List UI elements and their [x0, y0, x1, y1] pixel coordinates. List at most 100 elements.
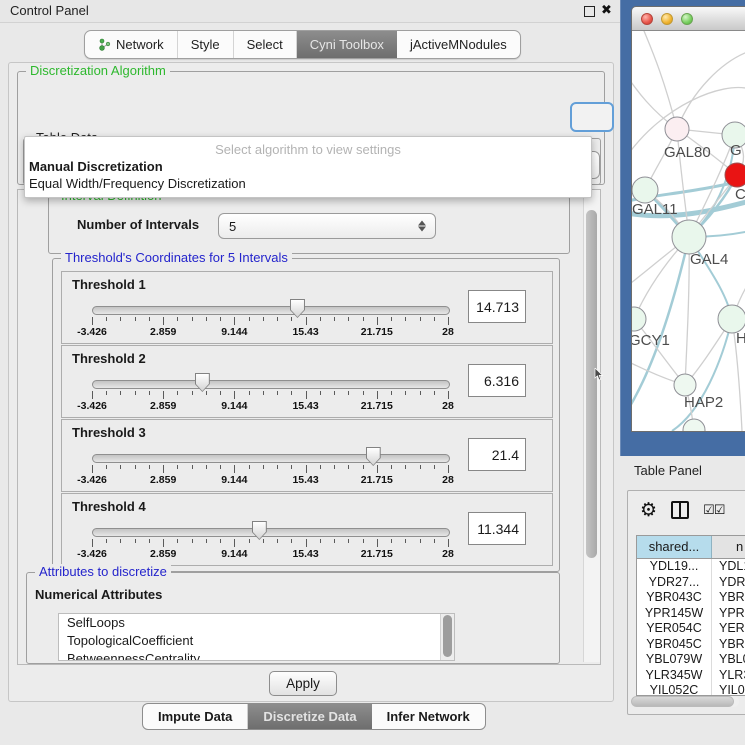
network-view-frame: GAL80GCGAL11GAL4GCY1HHAP2 [620, 0, 745, 456]
network-node-gal4[interactable] [672, 220, 706, 254]
table-row[interactable]: YPR145WYPR1 [637, 606, 745, 622]
network-node-h[interactable] [718, 305, 745, 333]
node-label: G [730, 142, 742, 159]
table-panel-titlebar: Table Panel [620, 456, 745, 486]
table-hscrollbar-thumb[interactable] [631, 696, 734, 707]
threshold-value-field[interactable]: 14.713 [468, 290, 526, 323]
attributes-group-label: Attributes to discretize [35, 564, 171, 579]
column-header-name[interactable]: n [712, 536, 745, 558]
tab-jactivemnodules[interactable]: jActiveMNodules [397, 31, 520, 58]
slider-thumb[interactable] [252, 521, 267, 540]
cell-name: YBR0 [712, 590, 745, 606]
threshold-panel-1: Threshold 1-3.4262.8599.14415.4321.71528… [61, 271, 553, 344]
cell-shared-name: YDR27... [637, 575, 712, 591]
network-node-gcy1[interactable] [632, 307, 646, 331]
attributes-group: Attributes to discretize Numerical Attri… [26, 572, 560, 664]
table-panel-title: Table Panel [634, 463, 702, 478]
network-node-c[interactable] [725, 163, 745, 187]
cell-shared-name: YIL052C [637, 683, 712, 696]
slider-scale-labels: -3.4262.8599.14415.4321.71528 [92, 474, 448, 486]
number-of-intervals-combobox[interactable]: 5 [218, 213, 436, 239]
network-window: GAL80GCGAL11GAL4GCY1HHAP2 [631, 6, 745, 432]
table-row[interactable]: YIL052CYIL0 [637, 683, 745, 696]
tab-discretize-data[interactable]: Discretize Data [248, 704, 371, 729]
minimize-window-icon[interactable] [661, 13, 673, 25]
spinner-arrows-icon [418, 221, 426, 232]
network-edge[interactable] [634, 319, 685, 385]
table-panel: ⚙ ☑☑ shared...nYDL19...YDL1YDR27...YDR2Y… [627, 490, 745, 715]
apply-button[interactable]: Apply [269, 671, 337, 696]
slider-track[interactable] [92, 454, 450, 463]
number-of-intervals-value: 5 [219, 219, 236, 234]
threshold-value-field[interactable]: 11.344 [468, 512, 526, 545]
table-row[interactable]: YBR045CYBR0 [637, 637, 745, 653]
cell-shared-name: YLR345W [637, 668, 712, 684]
node-attribute-table[interactable]: shared...nYDL19...YDL1YDR27...YDR2YBR043… [636, 535, 745, 696]
network-node-gal11[interactable] [632, 177, 658, 203]
slider-track[interactable] [92, 528, 450, 537]
split-columns-icon[interactable] [671, 501, 689, 519]
slider-scale-labels: -3.4262.8599.14415.4321.71528 [92, 548, 448, 560]
cell-shared-name: YBL079W [637, 652, 712, 668]
tab-impute-data[interactable]: Impute Data [143, 704, 248, 729]
tab-infer-network[interactable]: Infer Network [372, 704, 485, 729]
table-row[interactable]: YER054CYER0 [637, 621, 745, 637]
attribute-list-item[interactable]: BetweennessCentrality [59, 650, 454, 661]
gear-icon[interactable]: ⚙ [640, 501, 657, 520]
close-window-icon[interactable] [641, 13, 653, 25]
cell-shared-name: YER054C [637, 621, 712, 637]
slider-ticks [92, 465, 448, 474]
algorithm-option-equal-width[interactable]: Equal Width/Frequency Discretization [29, 176, 246, 191]
tab-label: Select [247, 31, 283, 58]
zoom-window-icon[interactable] [681, 13, 693, 25]
table-row[interactable]: YDR27...YDR2 [637, 575, 745, 591]
network-edge[interactable] [677, 51, 745, 129]
algorithm-option-manual[interactable]: Manual Discretization [29, 159, 163, 174]
slider-thumb[interactable] [195, 373, 210, 392]
attributes-list-scrollbar[interactable] [440, 614, 454, 660]
attribute-list-item[interactable]: SelfLoops [59, 614, 454, 632]
tab-style[interactable]: Style [178, 31, 234, 58]
table-horizontal-scrollbar[interactable] [631, 696, 739, 707]
checkbox-icons[interactable]: ☑☑ [703, 502, 724, 518]
thresholds-group-label: Threshold's Coordinates for 5 Intervals [61, 250, 292, 265]
float-window-icon[interactable] [584, 6, 595, 17]
bottom-tab-bar: Impute DataDiscretize DataInfer Network [142, 703, 486, 730]
cell-shared-name: YBR043C [637, 590, 712, 606]
numerical-attributes-list[interactable]: SelfLoopsTopologicalCoefficientBetweenne… [58, 613, 455, 661]
threshold-value-field[interactable]: 6.316 [468, 364, 526, 397]
algorithm-combobox[interactable] [570, 102, 614, 132]
slider-thumb[interactable] [366, 447, 381, 466]
threshold-label: Threshold 4 [72, 499, 146, 514]
table-row[interactable]: YBR043CYBR0 [637, 590, 745, 606]
cell-shared-name: YBR045C [637, 637, 712, 653]
tab-select[interactable]: Select [234, 31, 297, 58]
close-icon[interactable]: ✖ [601, 2, 612, 18]
slider-thumb[interactable] [290, 299, 305, 318]
control-panel: Control Panel ✖ NetworkStyle Select Cyni T… [0, 0, 620, 745]
attributes-scrollbar-thumb[interactable] [443, 615, 452, 657]
attribute-list-item[interactable]: TopologicalCoefficient [59, 632, 454, 650]
table-row[interactable]: YDL19...YDL1 [637, 559, 745, 575]
network-node[interactable] [683, 419, 705, 431]
node-label: GAL11 [632, 201, 678, 218]
settings-scrollbar-thumb[interactable] [586, 210, 597, 558]
number-of-intervals-label: Number of Intervals [77, 217, 199, 232]
network-node-gal80[interactable] [665, 117, 689, 141]
slider-track[interactable] [92, 306, 450, 315]
threshold-value-field[interactable]: 21.4 [468, 438, 526, 471]
cell-name: YIL0 [712, 683, 745, 696]
column-header-shared-name[interactable]: shared... [637, 536, 712, 558]
network-canvas[interactable]: GAL80GCGAL11GAL4GCY1HHAP2 [632, 31, 745, 431]
table-row[interactable]: YLR345WYLR3 [637, 668, 745, 684]
network-edge[interactable] [685, 237, 689, 385]
cell-name: YPR1 [712, 606, 745, 622]
panel-title: Control Panel [10, 3, 89, 18]
slider-track[interactable] [92, 380, 450, 389]
network-node-hap2[interactable] [674, 374, 696, 396]
algorithm-hint-option[interactable]: Select algorithm to view settings [25, 142, 591, 157]
tab-cyni-toolbox[interactable]: Cyni Toolbox [297, 31, 397, 58]
table-row[interactable]: YBL079WYBL0 [637, 652, 745, 668]
settings-scrollbar[interactable] [583, 190, 600, 662]
tab-network[interactable]: Network [85, 31, 178, 58]
